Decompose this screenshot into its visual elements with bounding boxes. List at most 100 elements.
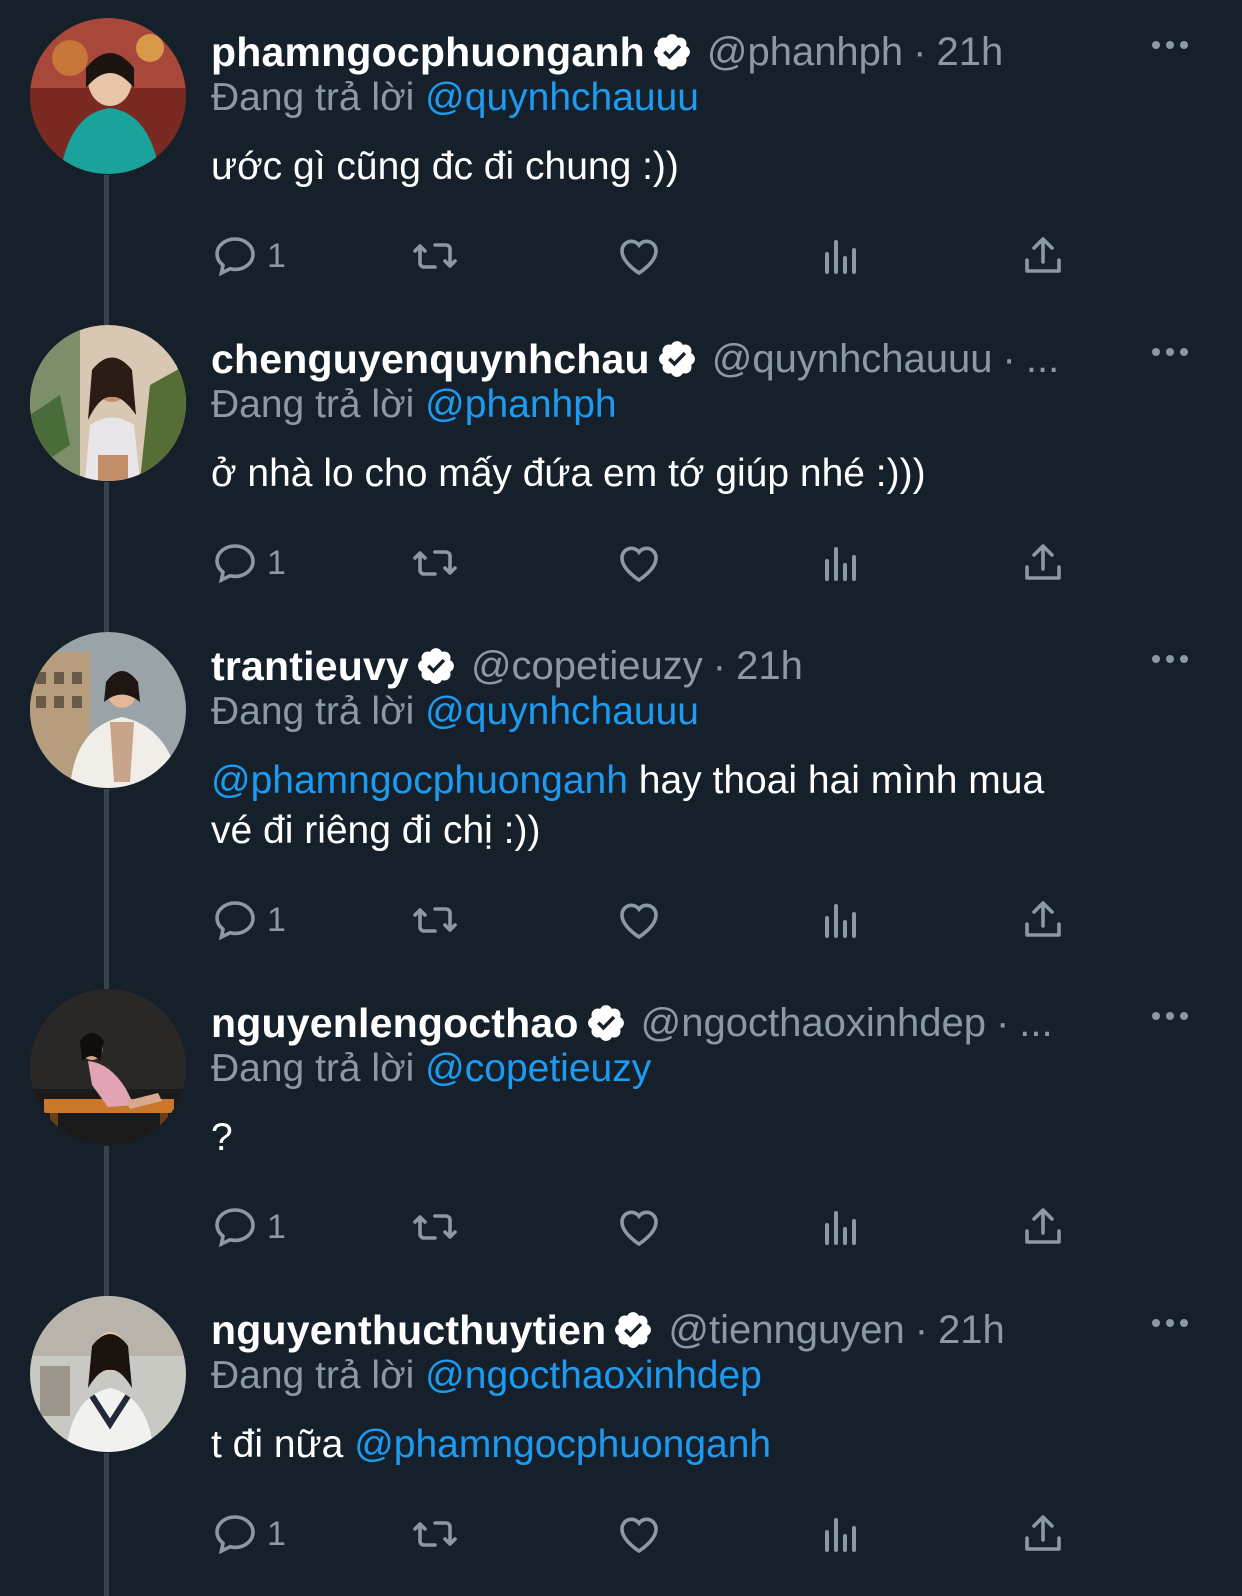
share-button[interactable] xyxy=(1019,535,1067,591)
reply-count: 1 xyxy=(267,900,286,939)
more-icon[interactable] xyxy=(1150,38,1190,52)
share-icon xyxy=(1025,1515,1061,1551)
separator-dot: · xyxy=(995,1000,1010,1045)
display-name[interactable]: nguyenthucthuytien xyxy=(211,1307,606,1354)
reply-mention-link[interactable]: @quynhchauuu xyxy=(425,690,699,733)
reply-button[interactable]: 1 xyxy=(211,535,286,591)
more-icon[interactable] xyxy=(1150,1009,1190,1023)
tweet-header: nguyenthucthuytien @tiennguyen · 21h xyxy=(211,1306,1131,1354)
action-bar: 1 xyxy=(211,1199,1091,1255)
share-button[interactable] xyxy=(1019,892,1067,948)
tweet[interactable]: phamngocphuonganh @phanhph · 21h Đang tr… xyxy=(0,0,1242,312)
tweet-header: trantieuvy @copetieuzy · 21h xyxy=(211,642,1131,690)
action-bar: 1 xyxy=(211,1506,1091,1562)
reply-button[interactable]: 1 xyxy=(211,228,286,284)
views-button[interactable] xyxy=(817,892,865,948)
reply-count: 1 xyxy=(267,543,286,582)
timestamp[interactable]: 21h xyxy=(938,1308,1005,1353)
reply-icon xyxy=(215,1208,255,1248)
handle[interactable]: @tiennguyen xyxy=(668,1308,904,1353)
reply-mention-link[interactable]: @copetieuzy xyxy=(425,1047,651,1090)
reply-prefix: Đang trả lời xyxy=(211,1047,415,1090)
like-button[interactable] xyxy=(615,892,663,948)
reply-prefix: Đang trả lời xyxy=(211,1354,415,1397)
retweet-button[interactable] xyxy=(411,892,459,948)
display-name[interactable]: phamngocphuonganh xyxy=(211,29,645,76)
handle[interactable]: @phanhph xyxy=(707,30,903,75)
share-button[interactable] xyxy=(1019,228,1067,284)
replying-to: Đang trả lời @quynhchauuu xyxy=(211,76,699,120)
tweet[interactable]: chenguyenquynhchau @quynhchauuu · ... Đa… xyxy=(0,307,1242,619)
more-icon[interactable] xyxy=(1150,345,1190,359)
avatar[interactable] xyxy=(30,325,186,481)
handle[interactable]: @ngocthaoxinhdep xyxy=(641,1001,986,1046)
share-button[interactable] xyxy=(1019,1199,1067,1255)
tweet[interactable]: nguyenlengocthao @ngocthaoxinhdep · ... … xyxy=(0,971,1242,1283)
verified-badge-icon xyxy=(615,1312,652,1348)
retweet-button[interactable] xyxy=(411,228,459,284)
handle[interactable]: @quynhchauuu xyxy=(712,337,993,382)
more-icon[interactable] xyxy=(1150,1316,1190,1330)
verified-badge-icon xyxy=(418,648,454,684)
tweet[interactable]: trantieuvy @copetieuzy · 21h Đang trả lờ… xyxy=(0,614,1242,971)
share-icon xyxy=(1025,237,1061,273)
views-icon xyxy=(825,1518,856,1552)
avatar[interactable] xyxy=(30,989,186,1145)
reply-count: 1 xyxy=(267,1514,286,1553)
reply-prefix: Đang trả lời xyxy=(211,383,415,426)
tweet-text-content: ? xyxy=(211,1116,233,1159)
views-icon xyxy=(825,1211,856,1245)
retweet-icon xyxy=(413,907,457,933)
display-name[interactable]: chenguyenquynhchau xyxy=(211,336,650,383)
share-icon xyxy=(1025,901,1061,937)
views-icon xyxy=(825,240,856,274)
tweet[interactable]: nguyenthucthuytien @tiennguyen · 21h Đan… xyxy=(0,1278,1242,1596)
like-icon xyxy=(620,1517,658,1554)
reply-button[interactable]: 1 xyxy=(211,1199,286,1255)
views-icon xyxy=(825,547,856,581)
reply-mention-link[interactable]: @phanhph xyxy=(425,383,616,426)
separator-dot: · xyxy=(712,643,727,688)
mention-link[interactable]: @phamngocphuonganh xyxy=(211,759,628,802)
reply-mention-link[interactable]: @ngocthaoxinhdep xyxy=(425,1354,762,1397)
action-bar: 1 xyxy=(211,535,1091,591)
timestamp[interactable]: 21h xyxy=(736,644,803,689)
like-button[interactable] xyxy=(615,1506,663,1562)
avatar[interactable] xyxy=(30,1296,186,1452)
avatar[interactable] xyxy=(30,18,186,174)
retweet-button[interactable] xyxy=(411,535,459,591)
timestamp[interactable]: ... xyxy=(1019,1001,1052,1046)
like-button[interactable] xyxy=(615,1199,663,1255)
share-icon xyxy=(1025,544,1061,580)
like-button[interactable] xyxy=(615,535,663,591)
share-button[interactable] xyxy=(1019,1506,1067,1562)
retweet-button[interactable] xyxy=(411,1506,459,1562)
like-icon xyxy=(620,903,658,940)
reply-button[interactable]: 1 xyxy=(211,892,286,948)
display-name[interactable]: trantieuvy xyxy=(211,643,409,690)
tweet-header: phamngocphuonganh @phanhph · 21h xyxy=(211,28,1131,76)
separator-dot: · xyxy=(1002,336,1016,381)
timestamp[interactable]: ... xyxy=(1026,337,1059,382)
tweet-text-content: ước gì cũng đc đi chung :)) xyxy=(211,145,679,188)
reply-mention-link[interactable]: @quynhchauuu xyxy=(425,76,699,119)
display-name[interactable]: nguyenlengocthao xyxy=(211,1000,579,1047)
mention-link[interactable]: @phamngocphuonganh xyxy=(354,1423,771,1466)
timestamp[interactable]: 21h xyxy=(937,30,1004,75)
reply-button[interactable]: 1 xyxy=(211,1506,286,1562)
separator-dot: · xyxy=(913,29,927,74)
views-button[interactable] xyxy=(817,228,865,284)
views-button[interactable] xyxy=(817,535,865,591)
retweet-button[interactable] xyxy=(411,1199,459,1255)
tweet-text-content: hay thoai hai mình mua xyxy=(627,759,1045,802)
tweet-text: t đi nữa @phamngocphuonganh xyxy=(211,1420,1171,1470)
handle[interactable]: @copetieuzy xyxy=(471,644,703,689)
avatar[interactable] xyxy=(30,632,186,788)
more-icon[interactable] xyxy=(1150,652,1190,666)
views-button[interactable] xyxy=(817,1199,865,1255)
verified-badge-icon xyxy=(658,341,695,377)
reply-thread: phamngocphuonganh @phanhph · 21h Đang tr… xyxy=(0,0,1242,1596)
like-button[interactable] xyxy=(615,228,663,284)
reply-count: 1 xyxy=(267,236,286,275)
views-button[interactable] xyxy=(817,1506,865,1562)
